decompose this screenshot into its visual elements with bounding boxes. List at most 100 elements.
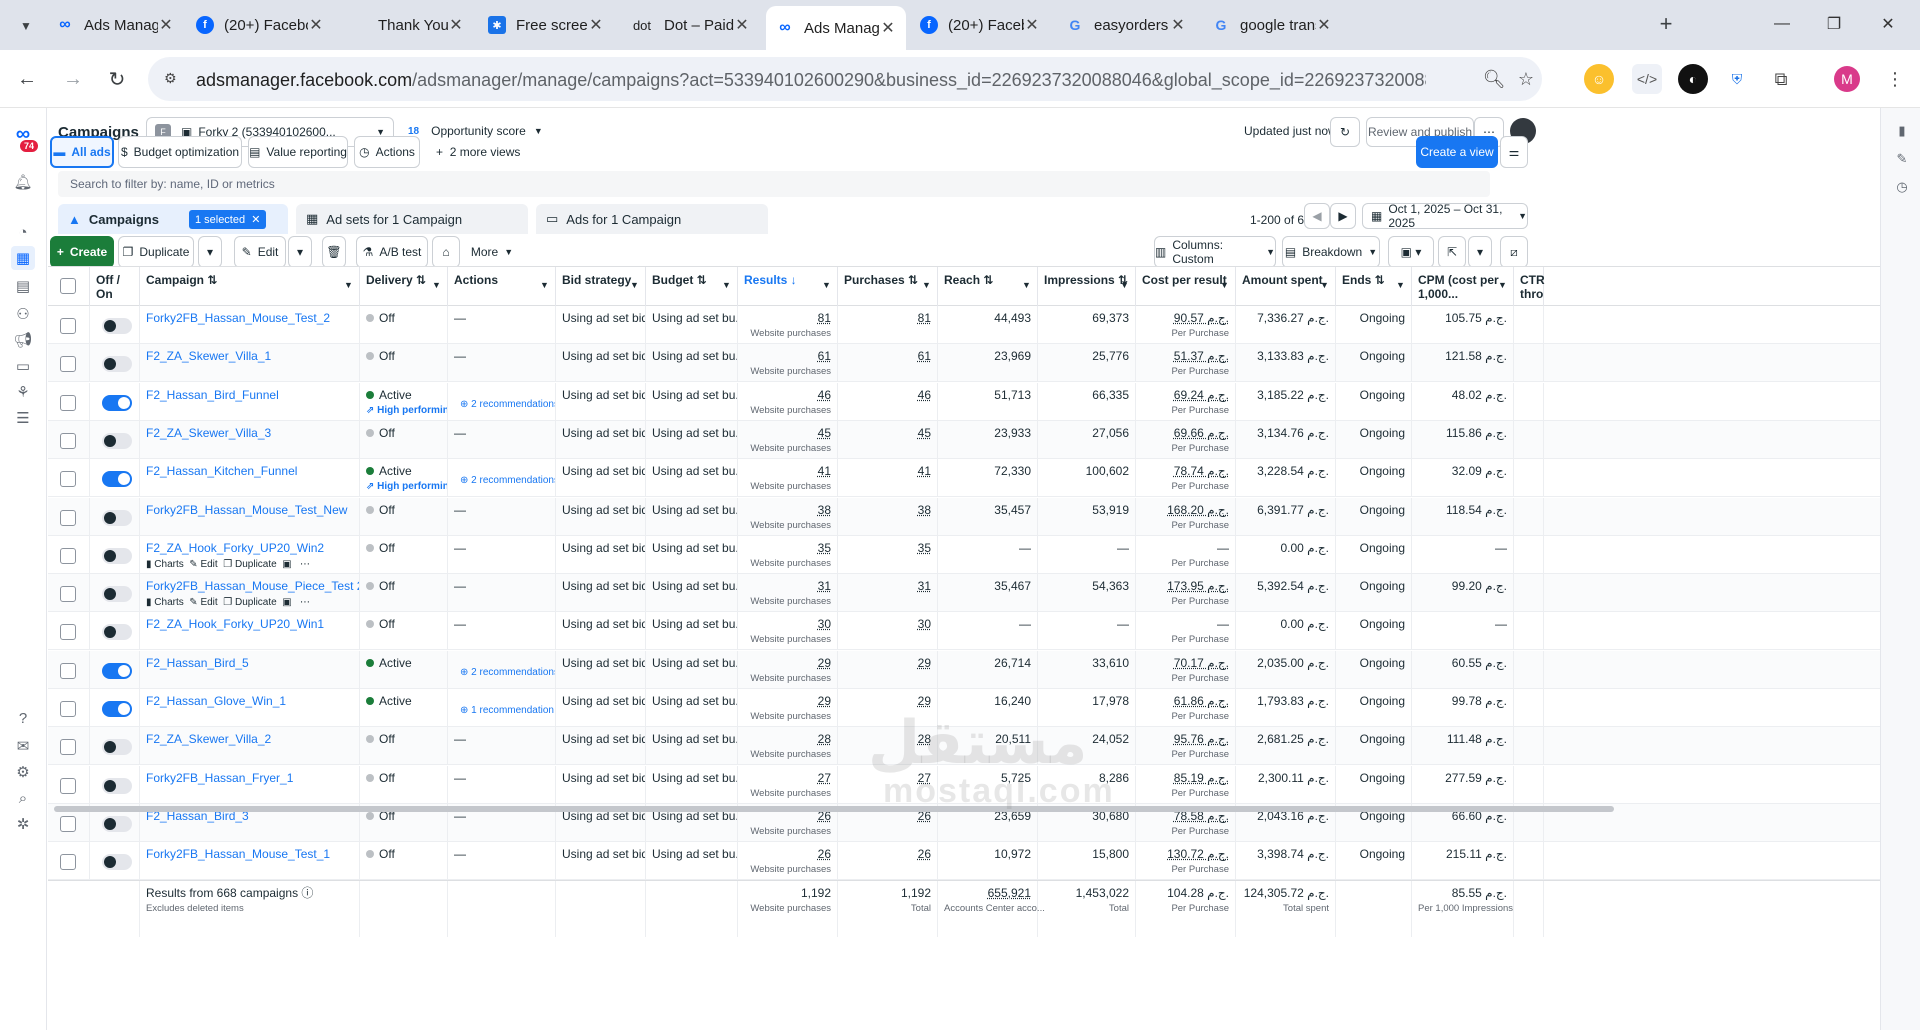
row-checkbox[interactable]: [60, 854, 76, 871]
campaign-toggle[interactable]: [102, 815, 132, 832]
row-checkbox[interactable]: [60, 662, 76, 679]
bookmark-star-icon[interactable]: ☆: [1514, 67, 1538, 91]
chart-toggle-icon[interactable]: ⧄: [1500, 236, 1528, 268]
campaign-name-link[interactable]: F2_ZA_Skewer_Villa_3: [146, 426, 271, 440]
column-menu-chevron-icon[interactable]: ▼: [432, 280, 441, 290]
results-value[interactable]: 81: [818, 311, 831, 325]
search-icon[interactable]: ⌕: [11, 786, 35, 810]
more-views-link[interactable]: + 2 more views: [436, 145, 520, 159]
close-tab-icon[interactable]: ✕: [158, 15, 174, 35]
view-actions[interactable]: ◷ Actions: [354, 136, 420, 168]
table-view-icon[interactable]: ▦: [11, 246, 35, 270]
extensions-puzzle-icon[interactable]: ⧉: [1766, 64, 1796, 94]
browser-tab[interactable]: ∞ Ads Manager✕: [46, 6, 184, 44]
column-menu-chevron-icon[interactable]: ▼: [1396, 280, 1405, 290]
row-checkbox[interactable]: [60, 815, 76, 832]
campaign-toggle[interactable]: [102, 394, 132, 411]
back-icon[interactable]: ←: [12, 64, 42, 94]
campaign-toggle[interactable]: [102, 777, 132, 794]
feedback-icon[interactable]: ✉: [11, 734, 35, 758]
browser-tab[interactable]: ✱ Free screen re✕: [478, 6, 614, 44]
cost-per-result-value[interactable]: 85.19 ج.م.: [1174, 771, 1229, 785]
duplicate-link[interactable]: ❐ Duplicate ▣ ⋯: [218, 559, 310, 570]
row-checkbox[interactable]: [60, 432, 76, 449]
minimize-icon[interactable]: —: [1768, 12, 1796, 36]
campaign-name-link[interactable]: F2_ZA_Hook_Forky_UP20_Win1: [146, 617, 324, 631]
column-menu-chevron-icon[interactable]: ▼: [540, 280, 549, 290]
campaign-toggle[interactable]: [102, 318, 132, 334]
column-menu-chevron-icon[interactable]: ▼: [1120, 280, 1129, 290]
row-checkbox[interactable]: [60, 509, 76, 526]
column-header-ctr[interactable]: CTR thro: [1514, 267, 1545, 307]
browser-tab[interactable]: ∞ Ads Manager✕: [766, 6, 906, 50]
campaign-name-link[interactable]: F2_Hassan_Bird_5: [146, 656, 249, 670]
horizontal-scrollbar[interactable]: [54, 806, 1614, 812]
close-tab-icon[interactable]: ✕: [1170, 15, 1186, 35]
audience-icon[interactable]: ⚇: [11, 302, 35, 326]
column-menu-chevron-icon[interactable]: ▼: [344, 280, 353, 290]
campaign-name-link[interactable]: F2_ZA_Skewer_Villa_1: [146, 349, 271, 363]
next-page-icon[interactable]: ▶: [1330, 203, 1356, 229]
results-value[interactable]: 61: [818, 349, 831, 363]
campaign-name-link[interactable]: Forky2FB_Hassan_Mouse_Test_1: [146, 847, 330, 861]
restore-icon[interactable]: ❐: [1820, 12, 1848, 36]
purchases-value[interactable]: 30: [918, 617, 931, 631]
table-row[interactable]: F2_ZA_Hook_Forky_UP20_Win2 ▮ Charts ✎ Edi…: [48, 535, 1880, 574]
close-tab-icon[interactable]: ✕: [1316, 15, 1332, 35]
column-menu-chevron-icon[interactable]: ▼: [1498, 280, 1507, 290]
table-row[interactable]: F2_Hassan_Kitchen_Funnel Active ⇗ High per…: [48, 459, 1880, 498]
campaign-name-link[interactable]: F2_ZA_Hook_Forky_UP20_Win2: [146, 541, 324, 555]
cost-per-result-value[interactable]: 78.74 ج.م.: [1174, 464, 1229, 478]
cost-per-result-value[interactable]: 95.76 ج.م.: [1174, 732, 1229, 746]
view-all-ads[interactable]: ▬ All ads: [50, 136, 114, 168]
create-view-button[interactable]: Create a view: [1416, 136, 1498, 168]
close-tab-icon[interactable]: ✕: [734, 15, 750, 35]
campaign-toggle[interactable]: [102, 547, 132, 564]
purchases-value[interactable]: 45: [918, 426, 931, 440]
table-row[interactable]: Forky2FB_Hassan_Mouse_Test_New Off — Using …: [48, 497, 1880, 536]
campaign-toggle[interactable]: [102, 356, 132, 373]
browser-tab[interactable]: Ggoogle transl✕: [1202, 6, 1342, 44]
campaign-name-link[interactable]: F2_Hassan_Bird_Funnel: [146, 388, 279, 402]
purchases-value[interactable]: 41: [918, 464, 931, 478]
close-tab-icon[interactable]: ✕: [588, 15, 604, 35]
all-tools-menu-icon[interactable]: ☰: [11, 406, 35, 430]
campaign-toggle[interactable]: [102, 739, 132, 756]
column-menu-chevron-icon[interactable]: ▼: [1022, 280, 1031, 290]
select-all-checkbox[interactable]: [60, 278, 76, 294]
selected-chip[interactable]: 1 selected ✕: [188, 209, 267, 229]
settings-gear-icon[interactable]: ⚙: [11, 760, 35, 784]
campaign-name-link[interactable]: F2_Hassan_Glove_Win_1: [146, 694, 286, 708]
row-checkbox[interactable]: [60, 701, 76, 717]
row-checkbox[interactable]: [60, 394, 76, 411]
close-tab-icon[interactable]: ✕: [1024, 15, 1040, 35]
column-menu-chevron-icon[interactable]: ▼: [630, 280, 639, 290]
results-value[interactable]: 30: [818, 617, 831, 631]
zoom-icon[interactable]: 🔍︎: [1482, 67, 1506, 91]
cost-per-result-value[interactable]: 69.24 ج.م.: [1174, 388, 1229, 402]
browser-menu-icon[interactable]: ⋮: [1880, 64, 1910, 94]
purchases-value[interactable]: 81: [918, 311, 931, 325]
more-actions-button[interactable]: More ▼: [464, 236, 520, 268]
tag-icon[interactable]: ⌂: [432, 236, 460, 268]
row-checkbox[interactable]: [60, 471, 76, 488]
export-icon[interactable]: ⇱: [1438, 236, 1466, 268]
extension-code-icon[interactable]: </>: [1632, 64, 1662, 94]
help-icon[interactable]: ?: [11, 706, 35, 730]
column-menu-chevron-icon[interactable]: ▼: [722, 280, 731, 290]
billing-card-icon[interactable]: ▭: [11, 354, 35, 378]
results-value[interactable]: 46: [818, 388, 831, 402]
close-tab-icon[interactable]: ✕: [448, 15, 464, 35]
edit-button[interactable]: ✎ Edit: [234, 236, 286, 268]
edit-dropdown-icon[interactable]: ▾: [288, 236, 312, 268]
close-tab-icon[interactable]: ✕: [880, 18, 896, 38]
export-dropdown-icon[interactable]: ▾: [1468, 236, 1492, 268]
edit-link[interactable]: ✎ Edit: [184, 597, 217, 608]
tab-ads[interactable]: ▭ Ads for 1 Campaign: [536, 204, 768, 234]
create-button[interactable]: + Create: [50, 236, 114, 268]
ab-test-button[interactable]: ⚗ A/B test: [356, 236, 428, 268]
reload-icon[interactable]: ↻: [102, 64, 132, 94]
table-row[interactable]: F2_Hassan_Bird_5 Active ⊕ 2 recommendation…: [48, 650, 1880, 689]
reports-icon[interactable]: ▣ ▾: [1388, 236, 1434, 268]
campaign-name-link[interactable]: F2_ZA_Skewer_Villa_2: [146, 732, 271, 746]
